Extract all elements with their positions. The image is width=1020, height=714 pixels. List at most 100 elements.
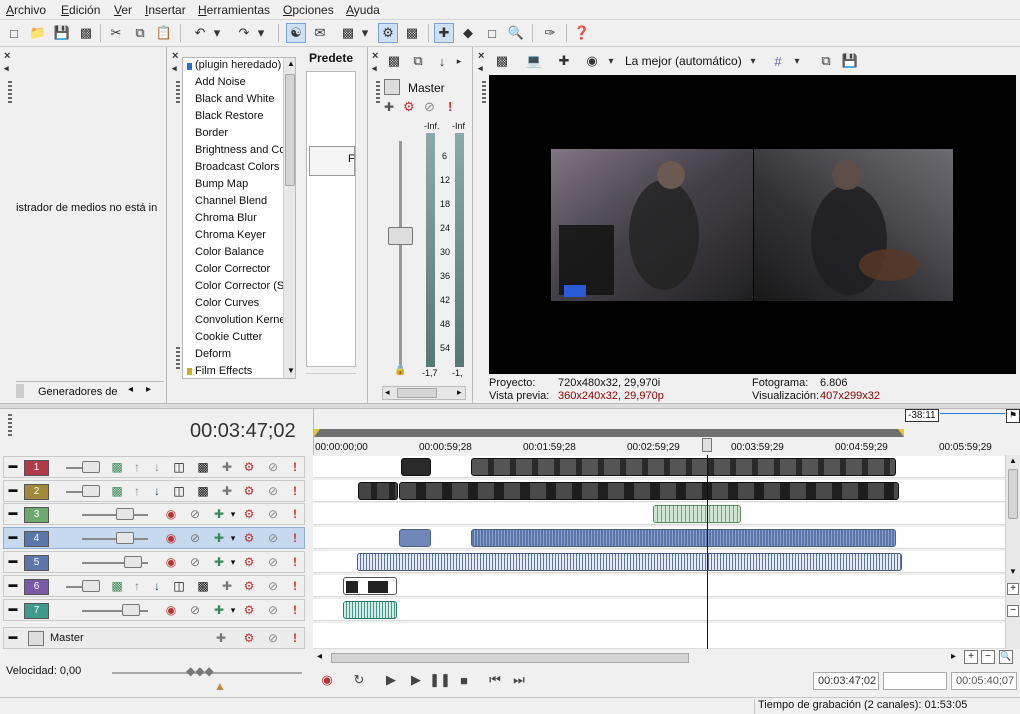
track-lane-7[interactable]	[313, 599, 1005, 621]
loop-playback-icon[interactable]: ↻	[349, 670, 369, 690]
mute-icon[interactable]: ⊘	[266, 631, 280, 645]
horizontal-scrollbar[interactable]: ◂ ▸	[382, 386, 466, 400]
redo-dropdown-icon[interactable]: ▾	[256, 23, 266, 43]
grid-dropdown-icon[interactable]: ▾	[792, 51, 802, 71]
render-icon[interactable]: ☯	[286, 23, 306, 43]
timeline-vertical-scrollbar[interactable]: ▲ ▼ + −	[1005, 455, 1020, 649]
grid-icon[interactable]: #	[768, 51, 788, 71]
panel-grip-icon[interactable]	[482, 81, 486, 105]
list-item[interactable]: Brightness and Co	[195, 144, 286, 156]
arm-record-icon[interactable]: ◉	[164, 603, 178, 617]
redo-icon[interactable]: ↷	[234, 23, 254, 43]
collapse-left-icon[interactable]: ◂	[4, 63, 9, 74]
panel-grip-icon[interactable]	[176, 347, 180, 371]
pan-dropdown-icon[interactable]: ▾	[226, 555, 240, 569]
tab-right-arrow-icon[interactable]: ▸	[146, 384, 151, 395]
track-lane-4[interactable]	[313, 527, 1005, 549]
copy-snapshot-icon[interactable]: ⧉	[816, 51, 836, 71]
fx-gear-icon[interactable]: ⚙	[242, 460, 256, 474]
track-motion-icon[interactable]: ▩	[196, 484, 210, 498]
tab-left-arrow-icon[interactable]: ◂	[128, 384, 133, 395]
list-item[interactable]: Broadcast Colors	[195, 161, 279, 173]
mixer-dropdown-icon[interactable]: ▾	[360, 23, 370, 43]
solo-icon[interactable]: !	[288, 579, 302, 593]
list-item[interactable]: Color Curves	[195, 297, 259, 309]
zoom-in-icon[interactable]: +	[1007, 583, 1019, 595]
close-icon[interactable]: ×	[172, 50, 178, 62]
zoom-out-horizontal-icon[interactable]: −	[981, 650, 995, 664]
make-compositing-parent-icon[interactable]: ↓	[150, 484, 164, 498]
volume-slider[interactable]	[116, 508, 134, 520]
zoom-in-horizontal-icon[interactable]: +	[964, 650, 978, 664]
solo-icon[interactable]: !	[288, 531, 302, 545]
pan-dropdown-icon[interactable]: ▾	[226, 603, 240, 617]
fx-gear-icon[interactable]: ⚙	[242, 507, 256, 521]
list-item[interactable]: Color Corrector	[195, 263, 270, 275]
preset-thumbnail[interactable]: F	[309, 146, 355, 176]
external-monitor-icon[interactable]: 💻	[524, 51, 544, 71]
collapse-icon[interactable]: ▬	[6, 601, 20, 615]
copy-icon[interactable]: ⧉	[130, 23, 150, 43]
motion-icon[interactable]: ▩	[110, 579, 124, 593]
mute-icon[interactable]: ⊘	[266, 507, 280, 521]
new-file-icon[interactable]: □	[4, 23, 24, 43]
pan-icon[interactable]: ✚	[212, 555, 226, 569]
panel-grip-icon[interactable]	[376, 81, 380, 105]
track-header-3[interactable]: ▬ 3 ◉ ⊘ ✚ ▾ ⚙ ⊘ !	[3, 503, 305, 525]
cut-icon[interactable]: ✂	[106, 23, 126, 43]
menu-insertar[interactable]: Insertar	[145, 3, 186, 17]
scroll-up-icon[interactable]: ▲	[1009, 456, 1017, 465]
list-item[interactable]: Black Restore	[195, 110, 263, 122]
mute-icon[interactable]: ⊘	[266, 555, 280, 569]
opacity-slider[interactable]	[82, 461, 100, 473]
audio-clip[interactable]	[343, 601, 397, 619]
panel-grip-icon[interactable]	[8, 414, 12, 438]
audio-clip[interactable]	[399, 529, 431, 547]
make-compositing-child-icon[interactable]: ↑	[130, 460, 144, 474]
panel-grip-icon[interactable]	[8, 81, 12, 105]
make-compositing-parent-icon[interactable]: ↓	[150, 460, 164, 474]
timeline-horizontal-scrollbar[interactable]: ◂ ▸ + − 🔍	[313, 650, 1020, 666]
solo-icon[interactable]: !	[448, 99, 452, 114]
solo-icon[interactable]: !	[288, 460, 302, 474]
quality-caret-icon[interactable]: ▾	[748, 51, 758, 71]
menu-archivo[interactable]: Archivo	[6, 3, 46, 17]
track-lane-5[interactable]	[313, 551, 1005, 573]
marker-flag-icon[interactable]: ⚑	[1006, 409, 1020, 423]
pan-icon[interactable]: ✚	[212, 531, 226, 545]
go-to-start-icon[interactable]: ⏮	[485, 670, 505, 690]
downmix-icon[interactable]: ⧉	[408, 51, 428, 71]
fx-gear-icon[interactable]: ⚙	[242, 531, 256, 545]
mute-icon[interactable]: ⊘	[424, 99, 435, 115]
track-header-2[interactable]: ▬ 2 ▩ ↑ ↓ ◫ ▩ ✚ ⚙ ⊘ !	[3, 480, 305, 502]
collapse-left-icon[interactable]: ◂	[372, 63, 377, 74]
scroll-right-icon[interactable]: ▸	[951, 651, 956, 662]
audio-clip[interactable]	[471, 529, 896, 547]
track-lane-1[interactable]	[313, 456, 1005, 478]
record-icon[interactable]: ◉	[317, 670, 337, 690]
composite-mode-icon[interactable]: ◫	[172, 579, 186, 593]
lock-envelopes-icon[interactable]: ▩	[402, 23, 422, 43]
scroll-thumb[interactable]	[1008, 469, 1018, 519]
scroll-down-icon[interactable]: ▼	[1009, 567, 1017, 576]
video-clip[interactable]	[401, 458, 431, 476]
auto-ripple-icon[interactable]: ⚙	[378, 23, 398, 43]
play-icon[interactable]: ▶	[406, 670, 426, 690]
invert-phase-icon[interactable]: ⊘	[188, 603, 202, 617]
zoom-tool-icon[interactable]: 🔍	[999, 650, 1013, 664]
scrollbar[interactable]: ▲ ▼	[283, 58, 295, 378]
collapse-left-icon[interactable]: ◂	[478, 63, 483, 74]
undo-icon[interactable]: ↶	[190, 23, 210, 43]
stop-icon[interactable]: ■	[454, 670, 474, 690]
list-item[interactable]: Color Balance	[195, 246, 264, 258]
list-item[interactable]: Add Noise	[195, 76, 246, 88]
undo-dropdown-icon[interactable]: ▾	[212, 23, 222, 43]
scroll-thumb[interactable]	[285, 74, 295, 186]
speed-slider-knob-icon[interactable]: ◆◆◆	[186, 664, 214, 678]
split-icon[interactable]: ✑	[540, 23, 560, 43]
open-folder-icon[interactable]: 📁	[28, 23, 48, 43]
fx-gear-icon[interactable]: ⚙	[242, 579, 256, 593]
fx-gear-icon[interactable]: ⚙	[242, 631, 256, 645]
solo-icon[interactable]: !	[288, 603, 302, 617]
list-item[interactable]: Chroma Blur	[195, 212, 257, 224]
